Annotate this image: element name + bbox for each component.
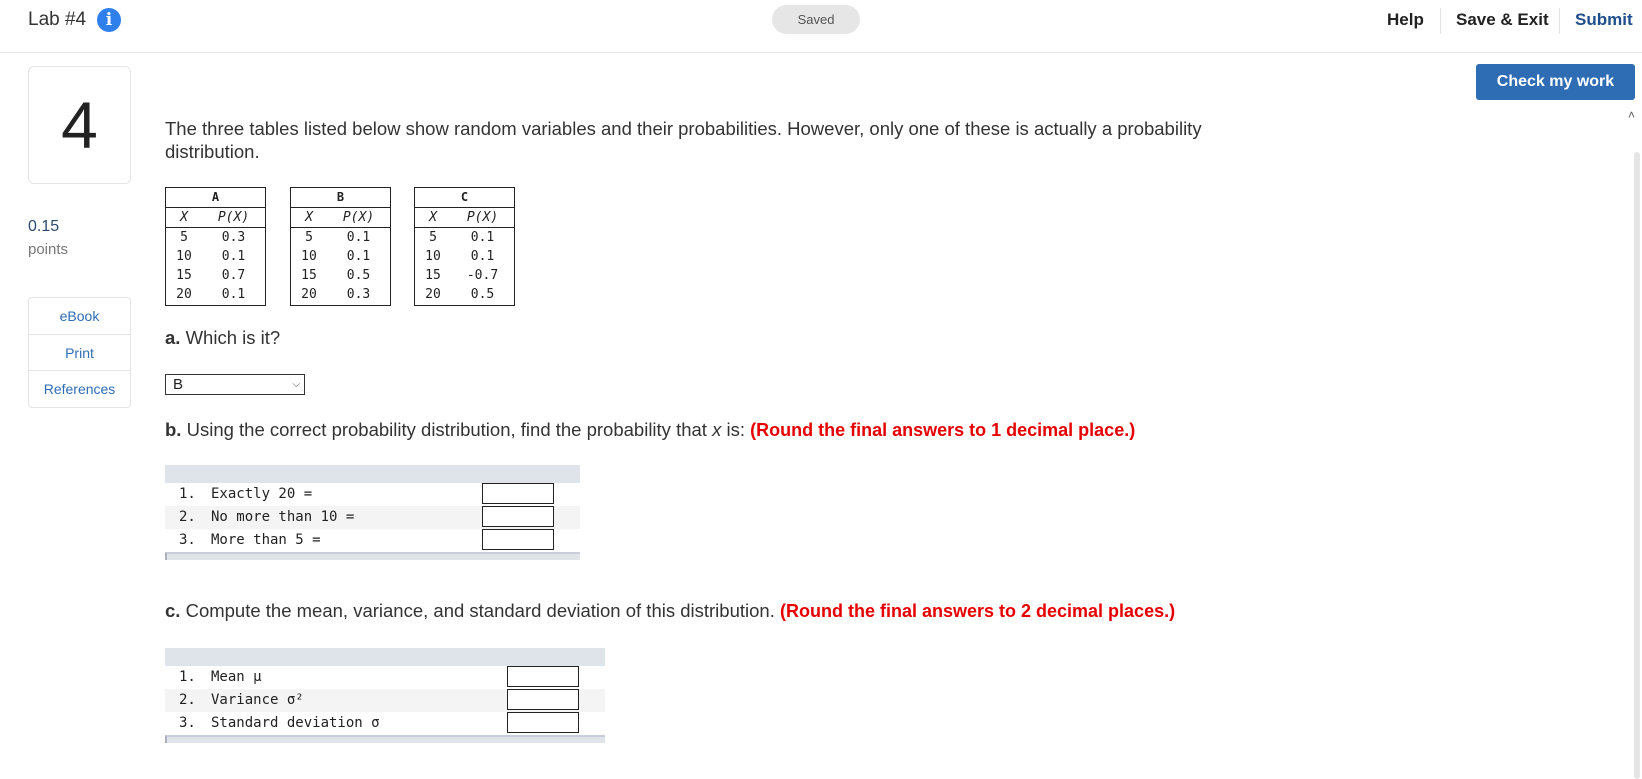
variance-input[interactable] [507,689,579,710]
col-header-px: P(X) [466,210,499,225]
more-than-5-input[interactable] [482,529,554,550]
col-header-px: P(X) [217,210,250,225]
col-header-px: P(X) [342,210,375,225]
references-button[interactable]: References [28,370,131,408]
part-c-prompt: c. Compute the mean, variance, and stand… [165,600,1176,621]
scroll-up-icon[interactable]: ˄ [1628,108,1635,122]
answer-row: 3. Standard deviation σ [165,712,605,735]
table-row: 5 0.1 [305,230,371,245]
chevron-down-icon: ⌵ [292,379,300,390]
table-row: 15 0.5 [301,268,371,283]
table-row: 15 0.7 [176,268,246,283]
answer-table-footer [165,552,580,560]
part-b-answer-table: 1. Exactly 20 = 2. No more than 10 = 3. Mor… [165,465,580,560]
check-my-work-button[interactable]: Check my work [1476,64,1635,100]
part-a-prompt: a. Which is it? [165,327,281,348]
scrollbar[interactable] [1634,152,1640,779]
part-c-answer-table: 1. Mean μ 2. Variance σ² 3. Standard deviat… [165,648,605,743]
table-row: 15 -0.7 [425,268,499,283]
answer-row: 1. Mean μ [165,666,605,689]
ebook-button[interactable]: eBook [28,297,131,335]
col-header-x: X [180,210,188,225]
table-row: 10 0.1 [425,249,495,264]
probability-table-a: A X P(X) 5 0.3 10 0.1 15 0.7 20 0.1 [165,187,266,306]
points-label: points [28,241,69,258]
table-row: 20 0.1 [176,287,246,302]
col-header-x: X [305,210,313,225]
top-header: Lab #4 i Saved Help Save & Exit Submit [0,0,1642,53]
table-title: A [166,188,265,208]
save-exit-link[interactable]: Save & Exit [1456,10,1549,30]
question-intro: The three tables listed below show rando… [165,118,1202,162]
table-row: 10 0.1 [176,249,246,264]
points-value: 0.15 [28,218,60,235]
info-icon[interactable]: i [97,8,121,32]
mean-input[interactable] [507,666,579,687]
table-row: 20 0.5 [425,287,495,302]
header-divider [1559,8,1560,34]
answer-row: 2. No more than 10 = [165,506,580,529]
answer-row: 3. More than 5 = [165,529,580,552]
table-row: 5 0.3 [180,230,246,245]
rounding-note: (Round the final answers to 2 decimal pl… [779,601,1176,621]
answer-row: 1. Exactly 20 = [165,483,580,506]
col-header-x: X [429,210,437,225]
print-button[interactable]: Print [28,334,131,371]
part-a-select[interactable]: B ⌵ [165,374,305,395]
no-more-than-10-input[interactable] [482,506,554,527]
submit-link[interactable]: Submit [1575,10,1633,30]
table-title: B [291,188,390,208]
probability-table-c: C X P(X) 5 0.1 10 0.1 15 -0.7 20 0.5 [414,187,515,306]
part-b-prompt: b. Using the correct probability distrib… [165,419,1136,440]
answer-row: 2. Variance σ² [165,689,605,712]
answer-table-header [165,465,580,483]
exactly-20-input[interactable] [482,483,554,504]
table-row: 20 0.3 [301,287,371,302]
standard-deviation-input[interactable] [507,712,579,733]
probability-table-b: B X P(X) 5 0.1 10 0.1 15 0.5 20 0.3 [290,187,391,306]
answer-table-header [165,648,605,666]
rounding-note: (Round the final answers to 1 decimal pl… [750,420,1136,440]
header-divider [1440,8,1441,34]
table-row: 10 0.1 [301,249,371,264]
table-row: 5 0.1 [429,230,495,245]
saved-status-badge: Saved [772,5,860,34]
question-number: 4 [28,66,131,184]
table-title: C [415,188,514,208]
answer-table-footer [165,735,605,743]
assignment-title: Lab #4 [28,9,87,30]
help-link[interactable]: Help [1387,10,1424,30]
